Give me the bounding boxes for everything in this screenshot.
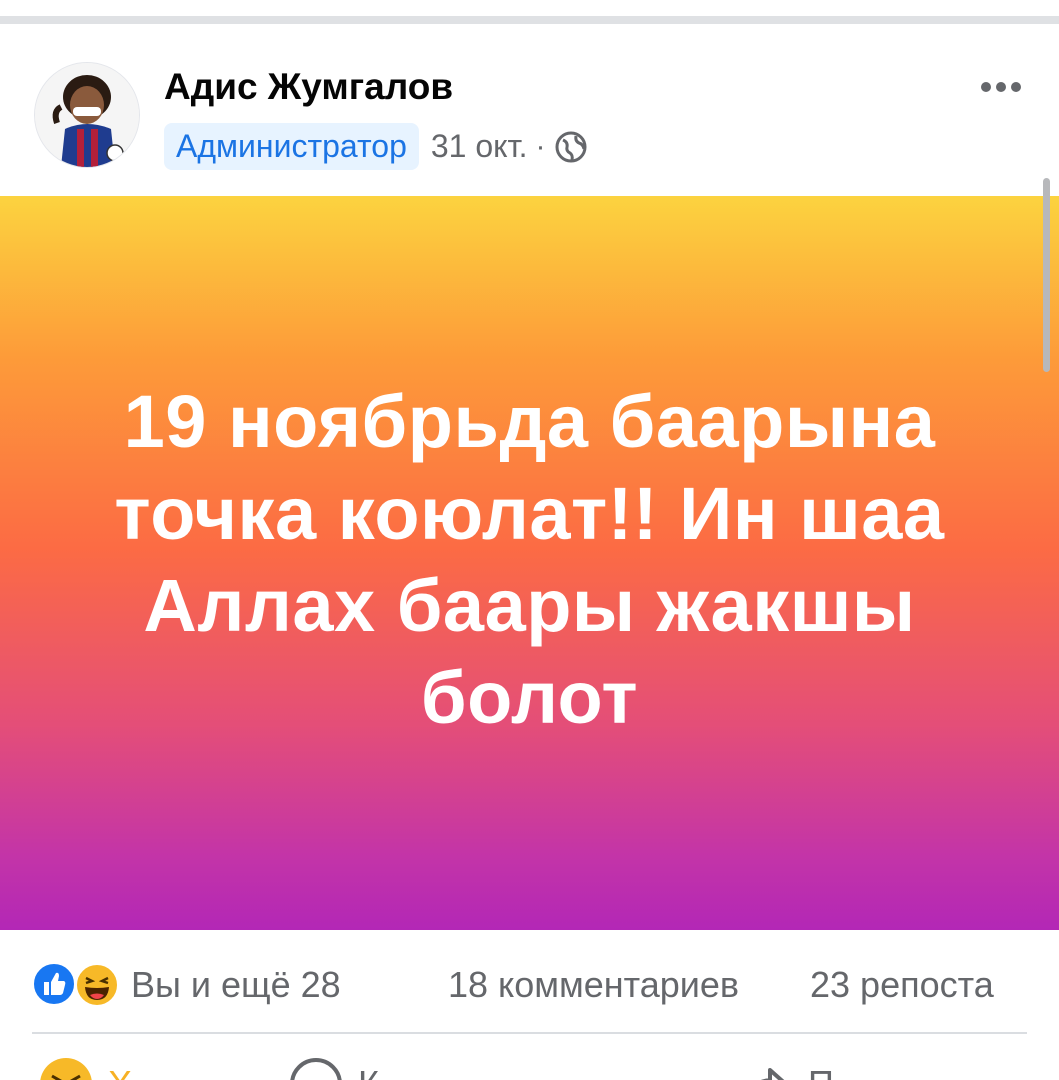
share-action-label: П <box>808 1063 834 1080</box>
share-action-button[interactable]: П <box>738 1056 834 1080</box>
haha-icon <box>75 963 119 1007</box>
like-action-label: Х <box>108 1063 132 1080</box>
reaction-icons[interactable] <box>32 962 122 1008</box>
reactions-summary: Вы и ещё 28 18 комментариев 23 репоста <box>0 930 1059 1034</box>
comment-icon <box>290 1058 342 1080</box>
comments-count[interactable]: 18 комментариев <box>448 964 739 1006</box>
more-options-button[interactable] <box>972 72 1030 102</box>
author-name[interactable]: Адис Жумгалов <box>164 66 453 108</box>
meta-separator: · <box>535 129 546 163</box>
avatar-caricature-image <box>35 63 139 167</box>
comment-action-button[interactable]: К <box>288 1056 379 1080</box>
like-action-button[interactable]: Х <box>38 1056 132 1080</box>
more-dot-icon <box>996 82 1006 92</box>
more-dot-icon <box>1011 82 1021 92</box>
shares-count[interactable]: 23 репоста <box>810 964 994 1006</box>
share-icon <box>761 1068 785 1080</box>
post-text: 19 ноябрьда баарына точка коюлат!! Ин ша… <box>114 380 945 739</box>
comment-action-label: К <box>358 1063 379 1080</box>
post-actions: Х К П <box>0 1034 1059 1080</box>
top-divider <box>0 0 1059 26</box>
scrollbar[interactable] <box>1043 178 1050 372</box>
post-text-background[interactable]: 19 ноябрьда баарына точка коюлат!! Ин ша… <box>0 196 1059 930</box>
role-badge: Администратор <box>164 123 419 170</box>
author-avatar[interactable] <box>34 62 140 168</box>
reactions-count[interactable]: Вы и ещё 28 <box>131 964 341 1006</box>
like-icon <box>32 962 76 1006</box>
post-meta: Администратор 31 окт. · <box>164 123 588 170</box>
post-header: Адис Жумгалов Администратор 31 окт. · <box>0 26 1059 196</box>
more-dot-icon <box>981 82 991 92</box>
globe-icon <box>554 130 588 164</box>
haha-icon <box>40 1058 92 1080</box>
post-date[interactable]: 31 окт. <box>431 128 528 165</box>
